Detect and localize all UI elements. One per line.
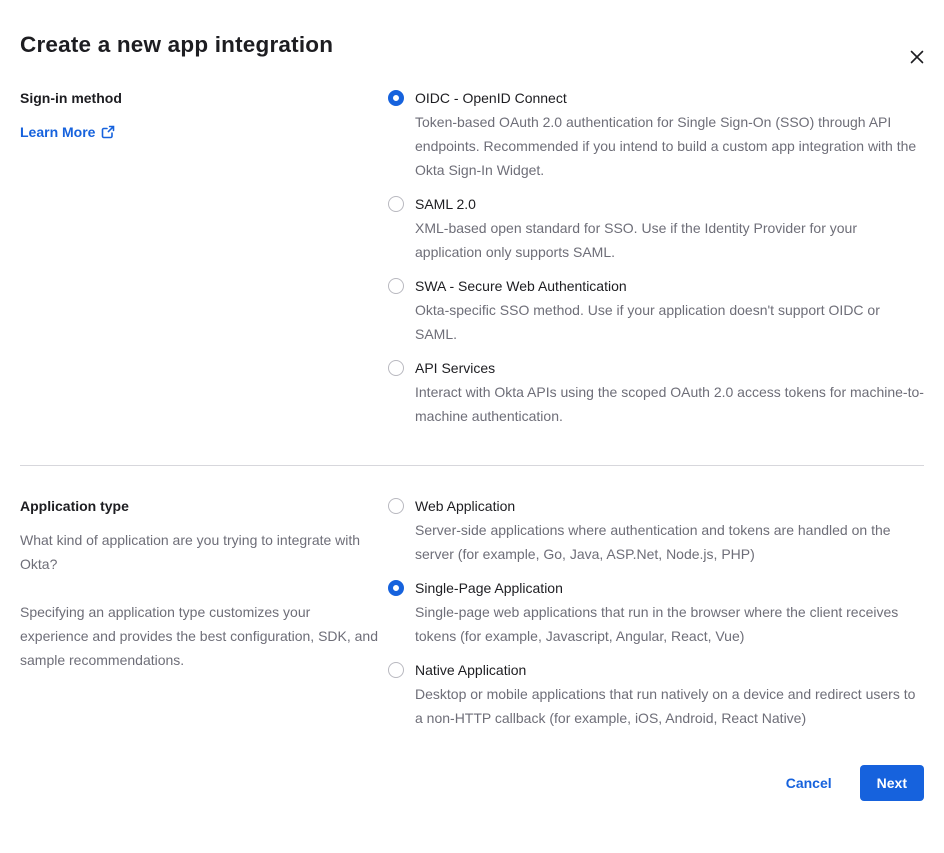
- sign-in-method-options: OIDC - OpenID Connect Token-based OAuth …: [388, 86, 924, 438]
- sign-in-method-left-column: Sign-in method Learn More: [20, 86, 388, 438]
- radio-option-description: XML-based open standard for SSO. Use if …: [415, 220, 857, 260]
- radio-button[interactable]: [388, 580, 404, 596]
- radio-option-api-services[interactable]: API Services Interact with Okta APIs usi…: [388, 356, 924, 428]
- radio-option-description: Token-based OAuth 2.0 authentication for…: [415, 114, 917, 178]
- application-type-section: Application type What kind of applicatio…: [20, 494, 924, 740]
- radio-option-label[interactable]: SWA - Secure Web Authentication: [415, 274, 924, 298]
- radio-option-label[interactable]: Native Application: [415, 658, 924, 682]
- radio-option-swa-secure-web-authentication[interactable]: SWA - Secure Web Authentication Okta-spe…: [388, 274, 924, 346]
- application-type-label: Application type: [20, 498, 129, 514]
- cancel-button[interactable]: Cancel: [786, 775, 832, 791]
- dialog-title: Create a new app integration: [20, 32, 334, 57]
- radio-option-native-application[interactable]: Native Application Desktop or mobile app…: [388, 658, 924, 730]
- radio-option-description: Single-page web applications that run in…: [415, 604, 899, 644]
- learn-more-label: Learn More: [20, 124, 96, 140]
- radio-button[interactable]: [388, 662, 404, 678]
- radio-option-description: Desktop or mobile applications that run …: [415, 686, 916, 726]
- application-type-left-column: Application type What kind of applicatio…: [20, 494, 388, 740]
- close-button[interactable]: [906, 46, 928, 68]
- application-type-options: Web Application Server-side applications…: [388, 494, 924, 740]
- radio-option-saml-2-0[interactable]: SAML 2.0 XML-based open standard for SSO…: [388, 192, 924, 264]
- radio-option-label[interactable]: Web Application: [415, 494, 924, 518]
- radio-option-description: Okta-specific SSO method. Use if your ap…: [415, 302, 880, 342]
- radio-option-web-application[interactable]: Web Application Server-side applications…: [388, 494, 924, 566]
- learn-more-link[interactable]: Learn More: [20, 120, 115, 144]
- radio-option-description: Interact with Okta APIs using the scoped…: [415, 384, 924, 424]
- create-app-integration-dialog: Create a new app integration Sign-in met…: [0, 30, 944, 853]
- external-link-icon: [102, 125, 115, 139]
- close-icon: [910, 50, 924, 64]
- radio-option-single-page-application[interactable]: Single-Page Application Single-page web …: [388, 576, 924, 648]
- section-divider: [20, 465, 924, 466]
- radio-button[interactable]: [388, 360, 404, 376]
- sign-in-method-label: Sign-in method: [20, 90, 122, 106]
- sign-in-method-section: Sign-in method Learn More OIDC - OpenID …: [20, 86, 924, 438]
- radio-button[interactable]: [388, 196, 404, 212]
- radio-option-label[interactable]: Single-Page Application: [415, 576, 924, 600]
- radio-button[interactable]: [388, 278, 404, 294]
- next-button[interactable]: Next: [859, 765, 924, 801]
- radio-option-label[interactable]: OIDC - OpenID Connect: [415, 86, 924, 110]
- application-type-note: Specifying an application type customize…: [20, 604, 379, 668]
- radio-option-description: Server-side applications where authentic…: [415, 522, 891, 562]
- application-type-question: What kind of application are you trying …: [20, 532, 361, 572]
- radio-button[interactable]: [388, 90, 404, 106]
- radio-option-label[interactable]: API Services: [415, 356, 924, 380]
- radio-option-label[interactable]: SAML 2.0: [415, 192, 924, 216]
- radio-option-oidc-openid-connect[interactable]: OIDC - OpenID Connect Token-based OAuth …: [388, 86, 924, 182]
- dialog-footer: Cancel Next: [20, 765, 924, 801]
- radio-button[interactable]: [388, 498, 404, 514]
